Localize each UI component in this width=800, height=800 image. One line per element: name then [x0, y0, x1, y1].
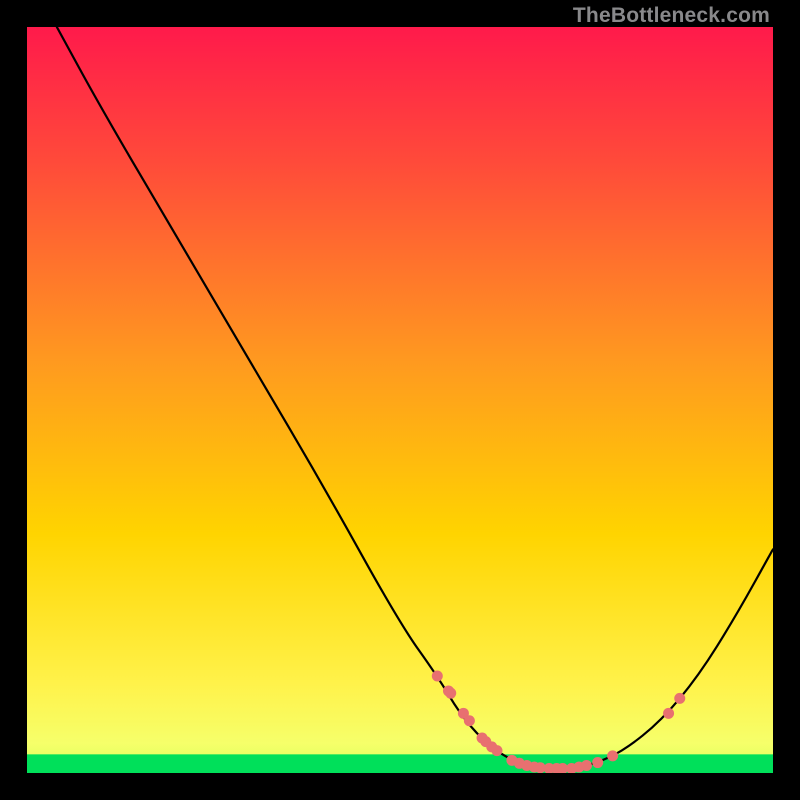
curve-marker	[445, 688, 456, 699]
curve-marker	[464, 715, 475, 726]
curve-marker	[674, 693, 685, 704]
chart-frame	[27, 27, 773, 773]
chart-background-gradient	[27, 27, 773, 773]
curve-marker	[491, 745, 502, 756]
curve-marker	[581, 760, 592, 771]
curve-marker	[592, 757, 603, 768]
bottleneck-chart	[27, 27, 773, 773]
curve-marker	[663, 708, 674, 719]
curve-marker	[607, 750, 618, 761]
curve-marker	[432, 671, 443, 682]
chart-green-band	[27, 754, 773, 773]
watermark-text: TheBottleneck.com	[573, 4, 770, 28]
